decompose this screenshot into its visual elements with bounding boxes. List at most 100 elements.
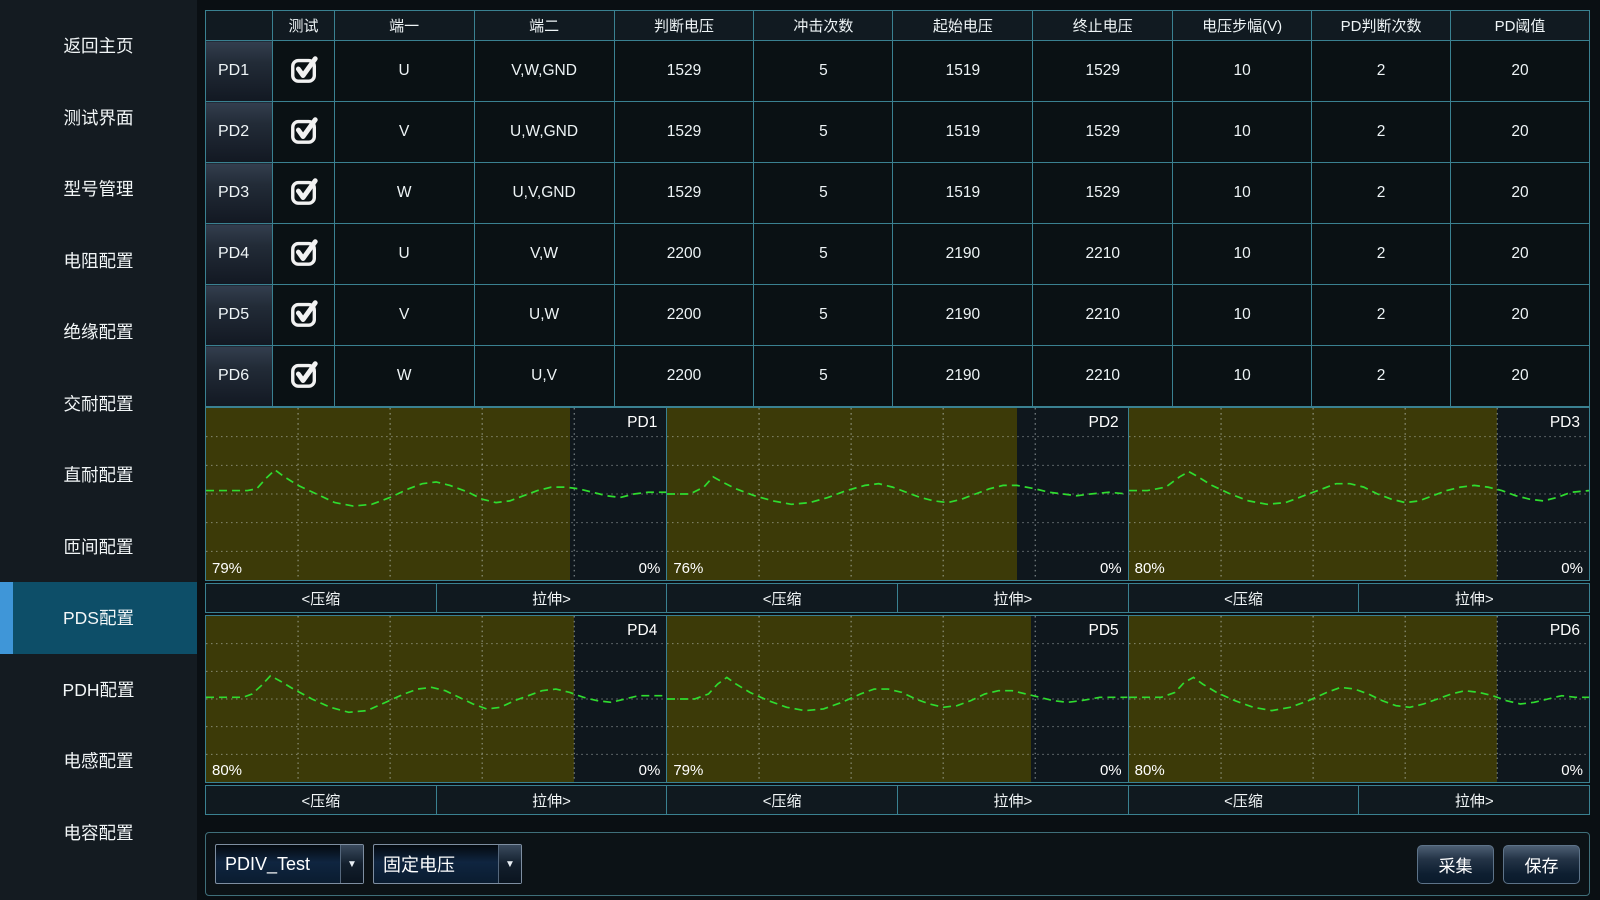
- cell-t1[interactable]: U: [334, 224, 474, 285]
- cell-t1[interactable]: U: [334, 41, 474, 102]
- test-checkbox-cell[interactable]: [273, 102, 334, 163]
- test-name-select[interactable]: PDIV_Test ▼: [215, 844, 364, 884]
- collect-button[interactable]: 采集: [1417, 845, 1494, 884]
- cell-pd_threshold[interactable]: 20: [1451, 41, 1590, 102]
- checked-checkbox-icon[interactable]: [289, 358, 319, 390]
- sidebar-item-PDH配置[interactable]: PDH配置: [0, 654, 197, 726]
- sidebar-item-交耐配置[interactable]: 交耐配置: [0, 368, 197, 440]
- cell-impulse[interactable]: 5: [754, 163, 893, 224]
- cell-pd_count[interactable]: 2: [1312, 102, 1451, 163]
- cell-start_v[interactable]: 2190: [893, 346, 1033, 407]
- cell-pd_threshold[interactable]: 20: [1451, 285, 1590, 346]
- cell-impulse[interactable]: 5: [754, 224, 893, 285]
- cell-t1[interactable]: V: [334, 102, 474, 163]
- compress-button[interactable]: <压缩: [205, 785, 437, 815]
- cell-impulse[interactable]: 5: [754, 41, 893, 102]
- cell-t2[interactable]: U,V,GND: [474, 163, 614, 224]
- cell-step_v[interactable]: 10: [1173, 224, 1312, 285]
- cell-judge_v[interactable]: 1529: [614, 163, 754, 224]
- cell-impulse[interactable]: 5: [754, 346, 893, 407]
- cell-judge_v[interactable]: 2200: [614, 224, 754, 285]
- cell-step_v[interactable]: 10: [1173, 346, 1312, 407]
- sidebar-item-电感配置[interactable]: 电感配置: [0, 725, 197, 797]
- checked-checkbox-icon[interactable]: [289, 175, 319, 207]
- chevron-down-icon[interactable]: ▼: [340, 845, 363, 883]
- stretch-button[interactable]: 拉伸>: [437, 785, 668, 815]
- progress-percent-label: 76%: [673, 560, 703, 577]
- cell-start_v[interactable]: 1519: [893, 41, 1033, 102]
- cell-impulse[interactable]: 5: [754, 102, 893, 163]
- checked-checkbox-icon[interactable]: [289, 53, 319, 85]
- chevron-down-icon[interactable]: ▼: [498, 845, 521, 883]
- cell-pd_threshold[interactable]: 20: [1451, 163, 1590, 224]
- sidebar-item-型号管理[interactable]: 型号管理: [0, 153, 197, 225]
- cell-t1[interactable]: W: [334, 163, 474, 224]
- cell-step_v[interactable]: 10: [1173, 285, 1312, 346]
- sidebar-item-直耐配置[interactable]: 直耐配置: [0, 439, 197, 511]
- stretch-button[interactable]: 拉伸>: [1359, 583, 1590, 613]
- cell-impulse[interactable]: 5: [754, 285, 893, 346]
- cell-judge_v[interactable]: 1529: [614, 41, 754, 102]
- cell-t1[interactable]: W: [334, 346, 474, 407]
- cell-end_v[interactable]: 1529: [1033, 41, 1173, 102]
- sidebar-item-匝间配置[interactable]: 匝间配置: [0, 511, 197, 583]
- cell-pd_count[interactable]: 2: [1312, 41, 1451, 102]
- cell-judge_v[interactable]: 1529: [614, 102, 754, 163]
- cell-t2[interactable]: V,W,GND: [474, 41, 614, 102]
- table-row-PD5: PD5VU,W220052190221010220: [206, 285, 1590, 346]
- cell-t1[interactable]: V: [334, 285, 474, 346]
- cell-step_v[interactable]: 10: [1173, 41, 1312, 102]
- stretch-button[interactable]: 拉伸>: [437, 583, 668, 613]
- cell-start_v[interactable]: 1519: [893, 102, 1033, 163]
- voltage-mode-select[interactable]: 固定电压 ▼: [373, 844, 522, 884]
- cell-pd_threshold[interactable]: 20: [1451, 346, 1590, 407]
- compress-button[interactable]: <压缩: [205, 583, 437, 613]
- test-checkbox-cell[interactable]: [273, 41, 334, 102]
- compress-button[interactable]: <压缩: [1129, 785, 1360, 815]
- cell-pd_threshold[interactable]: 20: [1451, 224, 1590, 285]
- cell-end_v[interactable]: 2210: [1033, 285, 1173, 346]
- cell-judge_v[interactable]: 2200: [614, 285, 754, 346]
- cell-end_v[interactable]: 2210: [1033, 346, 1173, 407]
- compress-button[interactable]: <压缩: [667, 583, 898, 613]
- cell-pd_count[interactable]: 2: [1312, 163, 1451, 224]
- cell-step_v[interactable]: 10: [1173, 102, 1312, 163]
- table-row-PD1: PD1UV,W,GND152951519152910220: [206, 41, 1590, 102]
- cell-t2[interactable]: U,W,GND: [474, 102, 614, 163]
- sidebar-item-测试界面[interactable]: 测试界面: [0, 82, 197, 154]
- checked-checkbox-icon[interactable]: [289, 297, 319, 329]
- cell-t2[interactable]: U,W: [474, 285, 614, 346]
- test-checkbox-cell[interactable]: [273, 285, 334, 346]
- stretch-button[interactable]: 拉伸>: [898, 583, 1129, 613]
- cell-start_v[interactable]: 2190: [893, 224, 1033, 285]
- cell-pd_count[interactable]: 2: [1312, 346, 1451, 407]
- test-checkbox-cell[interactable]: [273, 163, 334, 224]
- test-checkbox-cell[interactable]: [273, 224, 334, 285]
- stretch-button[interactable]: 拉伸>: [1359, 785, 1590, 815]
- cell-step_v[interactable]: 10: [1173, 163, 1312, 224]
- cell-judge_v[interactable]: 2200: [614, 346, 754, 407]
- cell-pd_threshold[interactable]: 20: [1451, 102, 1590, 163]
- compress-button[interactable]: <压缩: [667, 785, 898, 815]
- cell-end_v[interactable]: 2210: [1033, 224, 1173, 285]
- cell-end_v[interactable]: 1529: [1033, 163, 1173, 224]
- sidebar-item-电阻配置[interactable]: 电阻配置: [0, 225, 197, 297]
- cell-t2[interactable]: U,V: [474, 346, 614, 407]
- cell-pd_count[interactable]: 2: [1312, 285, 1451, 346]
- sidebar-item-电容配置[interactable]: 电容配置: [0, 797, 197, 869]
- sidebar-item-PDS配置[interactable]: PDS配置: [0, 582, 197, 654]
- compress-button[interactable]: <压缩: [1129, 583, 1360, 613]
- sidebar-item-绝缘配置[interactable]: 绝缘配置: [0, 296, 197, 368]
- checked-checkbox-icon[interactable]: [289, 236, 319, 268]
- stretch-button[interactable]: 拉伸>: [898, 785, 1129, 815]
- save-button[interactable]: 保存: [1503, 845, 1580, 884]
- cell-start_v[interactable]: 1519: [893, 163, 1033, 224]
- cell-start_v[interactable]: 2190: [893, 285, 1033, 346]
- test-checkbox-cell[interactable]: [273, 346, 334, 407]
- cell-t2[interactable]: V,W: [474, 224, 614, 285]
- checked-checkbox-icon[interactable]: [289, 114, 319, 146]
- column-header-端二: 端二: [474, 11, 614, 41]
- sidebar-item-返回主页[interactable]: 返回主页: [0, 10, 197, 82]
- cell-pd_count[interactable]: 2: [1312, 224, 1451, 285]
- cell-end_v[interactable]: 1529: [1033, 102, 1173, 163]
